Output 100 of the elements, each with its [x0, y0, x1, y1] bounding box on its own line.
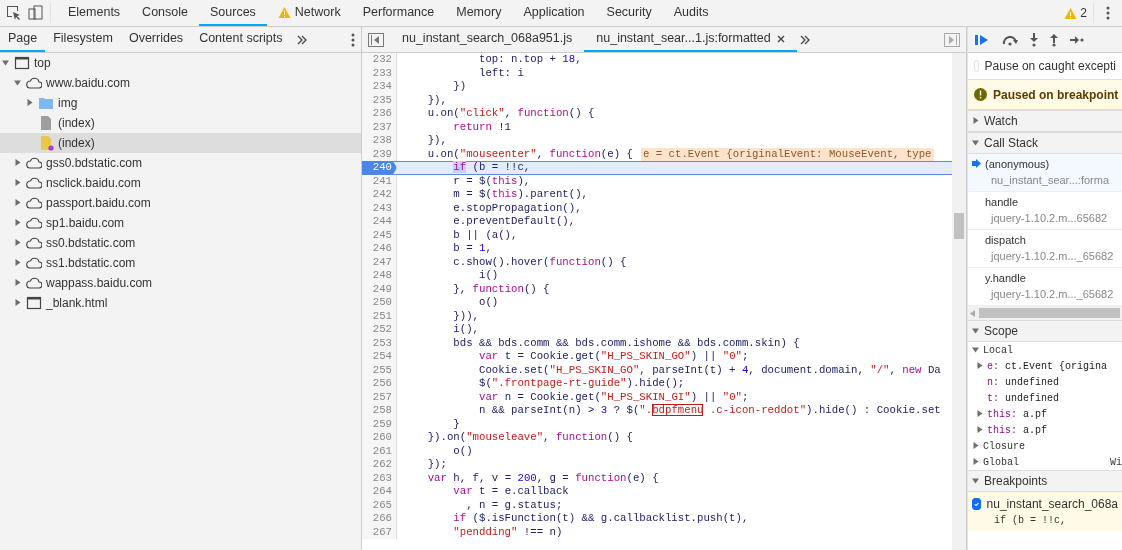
panel-tab[interactable]: Elements [57, 0, 132, 26]
tree-item[interactable]: (index) [0, 113, 361, 133]
scope-group[interactable]: Closure [968, 438, 1122, 454]
expand-arrow-icon[interactable] [976, 410, 984, 418]
section-header[interactable]: Watch [968, 110, 1122, 132]
tree-label: ss1.bdstatic.com [46, 255, 136, 272]
step-out-icon[interactable] [1050, 32, 1058, 47]
code-text: b = 1, [452, 242, 492, 256]
expand-arrow-icon[interactable] [14, 199, 22, 207]
checkbox[interactable] [974, 60, 979, 72]
more-tabs-icon[interactable] [799, 34, 810, 45]
expand-arrow-icon[interactable] [976, 426, 984, 434]
line-number[interactable]: 250 [362, 296, 397, 310]
expand-arrow-icon[interactable] [14, 279, 22, 287]
collapse-arrow-icon[interactable] [972, 477, 980, 485]
more-options-icon[interactable] [1106, 6, 1110, 20]
navigator-tab[interactable]: Page [0, 27, 46, 52]
tree-item[interactable]: img [0, 93, 361, 113]
warning-count[interactable]: 2 [1080, 4, 1087, 22]
step-icon[interactable] [1070, 35, 1084, 44]
panel-tab[interactable]: Audits [662, 0, 720, 26]
scope-value: Wi [1110, 455, 1122, 470]
call-frame[interactable]: dispatch jquery-1.10.2.m..._65682 [968, 230, 1122, 268]
scope-group[interactable]: Global Wi [968, 454, 1122, 470]
code-text: }) [452, 80, 467, 94]
panel-tab[interactable]: Console [131, 0, 199, 26]
panel-tab[interactable]: Performance [351, 0, 446, 26]
expand-arrow-icon[interactable] [14, 299, 22, 307]
more-options-icon[interactable] [351, 32, 355, 47]
expand-arrow-icon[interactable] [972, 442, 980, 450]
scope-group[interactable]: Local [968, 342, 1122, 358]
tree-item[interactable]: ss0.bdstatic.com [0, 233, 361, 253]
tree-item[interactable]: _blank.html [0, 293, 361, 313]
tree-item[interactable]: top [0, 53, 361, 73]
close-icon[interactable] [776, 34, 785, 43]
line-number[interactable]: 236 [362, 107, 397, 121]
code-text: i(), [452, 323, 479, 337]
toggle-debugger-icon[interactable] [944, 32, 960, 47]
tree-item[interactable]: passport.baidu.com [0, 193, 361, 213]
expand-arrow-icon[interactable] [14, 179, 22, 187]
expand-arrow-icon[interactable] [972, 458, 980, 466]
line-number[interactable]: 262 [362, 458, 397, 472]
expand-arrow-icon[interactable] [14, 159, 22, 167]
tree-item[interactable]: ss1.bdstatic.com [0, 253, 361, 273]
tree-item[interactable]: gss0.bdstatic.com [0, 153, 361, 173]
navigator-tab[interactable]: Content scripts [191, 27, 291, 52]
navigator-tab[interactable]: Overrides [120, 27, 192, 52]
step-over-icon[interactable] [1002, 33, 1018, 46]
line-number[interactable]: 256 [362, 377, 397, 391]
scope-variable[interactable]: n: undefined [987, 374, 1060, 390]
collapse-arrow-icon[interactable] [14, 79, 22, 87]
resume-icon[interactable] [974, 32, 990, 47]
navigator-tab[interactable]: Filesystem [45, 27, 121, 52]
section-header[interactable]: Call Stack [968, 132, 1122, 154]
scrollbar[interactable] [968, 306, 1122, 320]
expand-arrow-icon[interactable] [976, 362, 984, 370]
breakpoint-file: nu_instant_search_068a [986, 496, 1118, 513]
line-number[interactable]: 240 [362, 161, 397, 175]
file-tab[interactable]: nu_instant_sear...1.js:formatted [584, 27, 797, 52]
inspect-icon[interactable] [6, 5, 22, 21]
code-text: } [452, 417, 460, 431]
expand-arrow-icon[interactable] [26, 99, 34, 107]
section-header[interactable]: Scope [968, 320, 1122, 342]
scope-variable[interactable]: t: undefined [987, 390, 1060, 406]
tree-item[interactable]: wappass.baidu.com [0, 273, 361, 293]
scope-variable[interactable]: this: a.pf [987, 406, 1048, 422]
file-tab[interactable]: nu_instant_search_068a951.js [390, 27, 585, 52]
call-frame[interactable]: handle jquery-1.10.2.m...65682 [968, 192, 1122, 230]
panel-tab[interactable]: Security [595, 0, 663, 26]
line-number[interactable]: 260 [362, 431, 397, 445]
toggle-navigator-icon[interactable] [368, 32, 384, 47]
line-number[interactable]: 252 [362, 323, 397, 337]
expand-arrow-icon[interactable] [14, 239, 22, 247]
code-text: i() [477, 269, 499, 283]
tree-label: wappass.baidu.com [46, 275, 153, 292]
panel-tab[interactable]: Network [266, 0, 352, 26]
expand-arrow-icon[interactable] [14, 219, 22, 227]
panel-tab[interactable]: Application [512, 0, 596, 26]
tree-item[interactable]: nsclick.baidu.com [0, 173, 361, 193]
expand-arrow-icon[interactable] [972, 117, 980, 125]
collapse-arrow-icon[interactable] [2, 59, 10, 67]
scrollbar[interactable] [952, 53, 966, 550]
call-frame[interactable]: (anonymous) nu_instant_sear...:forma [968, 154, 1122, 192]
collapse-arrow-icon[interactable] [972, 139, 980, 147]
scope-variable[interactable]: e: ct.Event {origina [987, 358, 1108, 374]
tree-item[interactable]: (index) [0, 133, 361, 153]
breakpoint-checkbox[interactable] [972, 498, 981, 510]
expand-arrow-icon[interactable] [14, 259, 22, 267]
panel-tab[interactable]: Memory [445, 0, 513, 26]
line-number[interactable]: 266 [362, 512, 397, 526]
collapse-arrow-icon[interactable] [972, 346, 980, 354]
step-into-icon[interactable] [1030, 32, 1038, 47]
more-tabs-icon[interactable] [296, 34, 307, 45]
device-toolbar-icon[interactable] [28, 5, 44, 21]
collapse-arrow-icon[interactable] [972, 327, 980, 335]
scope-variable[interactable]: this: a.pf [987, 422, 1048, 438]
tree-item[interactable]: www.baidu.com [0, 73, 361, 93]
tree-item[interactable]: sp1.baidu.com [0, 213, 361, 233]
breakpoint-item[interactable]: nu_instant_search_068a if (b = !!c, [968, 492, 1122, 531]
section-header[interactable]: Breakpoints [968, 470, 1122, 492]
